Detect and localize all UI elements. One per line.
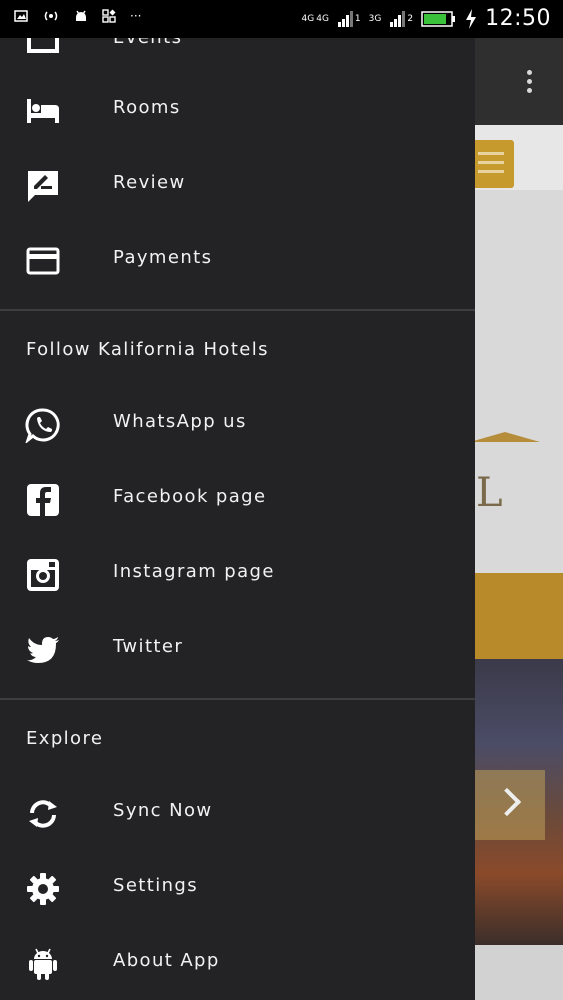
signal-icon-sim2 [390,10,406,27]
status-bar: ··· 4G 4G 1 3G 2 12:50 [0,0,563,38]
instagram-icon [27,559,59,591]
sim-label-1: 1 [354,13,361,24]
drawer-item-label: Events [113,38,182,48]
charging-icon [466,8,477,29]
gallery-notification-icon [14,10,28,22]
drawer-item-whatsapp[interactable]: WhatsApp us [0,389,475,459]
more-notifications: ··· [130,9,142,23]
network-type-3: 3G [368,13,382,24]
apps-notification-icon [102,9,116,23]
events-icon [27,38,59,53]
drawer-item-payments[interactable]: Payments [0,225,475,295]
hotel-logo-roof [470,432,540,442]
section-title-follow: Follow Kalifornia Hotels [26,339,269,360]
drawer-item-about-app[interactable]: About App [0,928,475,998]
drawer-item-facebook[interactable]: Facebook page [0,464,475,534]
hotel-logo-letter: L [476,470,503,516]
twitter-icon [27,637,59,663]
drawer-item-sync-now[interactable]: Sync Now [0,778,475,848]
drawer-item-review[interactable]: Review [0,150,475,220]
drawer-item-rooms[interactable]: Rooms [0,75,475,145]
drawer-item-settings[interactable]: Settings [0,853,475,923]
drawer-item-twitter[interactable]: Twitter [0,614,475,684]
drawer-item-events[interactable]: Events [0,38,475,75]
drawer-item-label: Twitter [113,636,184,657]
drawer-item-label: Review [113,172,186,193]
gold-banner [475,573,563,659]
drawer-item-label: Instagram page [113,561,275,582]
battery-icon [421,10,456,27]
network-type-1: 4G [301,13,315,24]
drawer-item-label: About App [113,950,220,971]
clock: 12:50 [485,6,551,31]
hotspot-icon [44,11,58,21]
sim-label-2: 2 [407,13,414,24]
android-notification-icon [76,10,86,21]
drawer-item-instagram[interactable]: Instagram page [0,539,475,609]
drawer-divider [0,698,475,700]
drawer-item-label: Sync Now [113,800,213,821]
navigation-drawer: Events Rooms Review Payments Follow Kali… [0,38,475,1000]
android-icon [29,948,57,980]
network-type-2: 4G [316,13,329,24]
drawer-item-label: WhatsApp us [113,411,247,432]
signal-icon-sim1 [337,10,353,27]
overflow-menu-icon[interactable] [527,70,533,97]
gear-icon [27,873,59,905]
drawer-item-label: Settings [113,875,199,896]
drawer-item-label: Payments [113,247,213,268]
sync-icon [29,800,57,828]
whatsapp-icon [25,408,60,443]
credit-card-icon [26,247,60,275]
review-icon [28,171,58,202]
bed-icon [27,99,59,123]
facebook-icon [27,484,59,516]
app-footer [475,945,563,1000]
section-title-explore: Explore [26,728,104,749]
carousel-next-button[interactable] [475,770,545,840]
drawer-item-label: Rooms [113,97,181,118]
drawer-item-label: Facebook page [113,486,267,507]
drawer-divider [0,309,475,311]
